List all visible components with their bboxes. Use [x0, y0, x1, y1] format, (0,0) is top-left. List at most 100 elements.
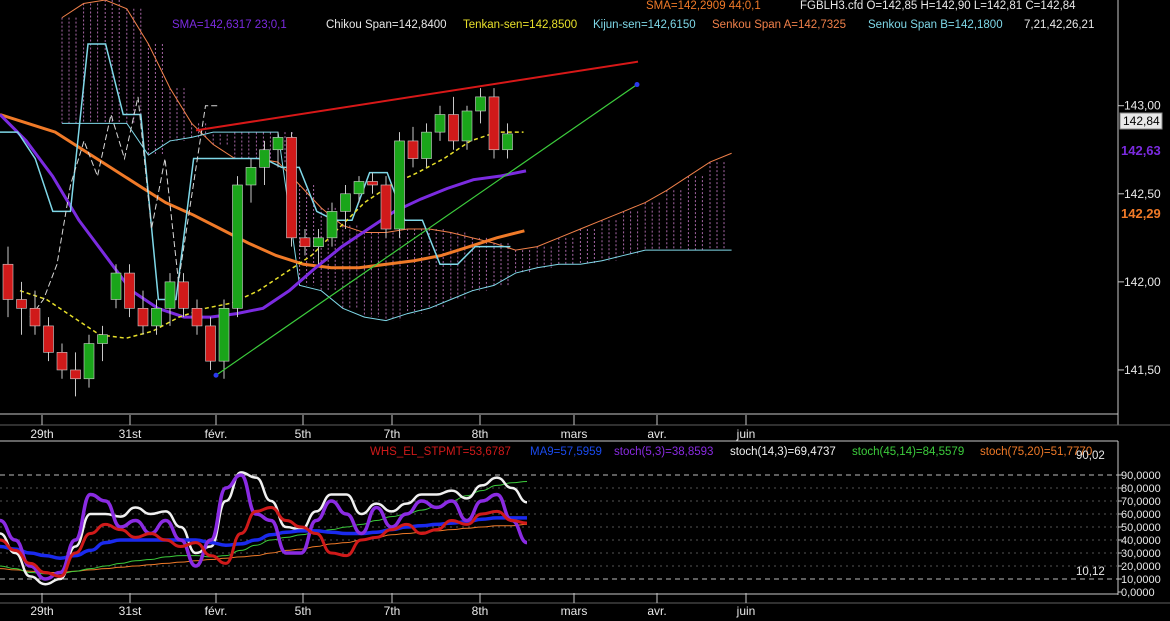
time-tick-label: juin — [736, 427, 756, 441]
candle-body — [205, 325, 216, 362]
indicator-tick-label: 80,0000 — [1121, 483, 1161, 495]
header-senkou-a: Senkou Span A=142,7325 — [712, 19, 846, 31]
ind-ma9-label: MA9=57,5959 — [530, 446, 602, 458]
indicator-tick-label: 40,0000 — [1121, 535, 1161, 547]
candle-body — [313, 237, 324, 247]
header-sma-slow: SMA=142,2909 44;0,1 — [646, 0, 761, 12]
candle-body — [70, 369, 81, 380]
header-ichimoku-params: 7,21,42,26,21 — [1024, 19, 1094, 31]
candle-body — [502, 133, 513, 151]
indicator-tick-label: 70,0000 — [1121, 496, 1161, 508]
candle-body — [110, 272, 122, 300]
price-tick-label: 141,50 — [1124, 363, 1161, 377]
time-tick-label: mars — [561, 604, 588, 618]
candle-body — [2, 263, 14, 300]
price-tick-label: 142,50 — [1124, 187, 1161, 201]
indicator-tick-label: 30,0000 — [1121, 548, 1161, 560]
indicator-tick-label: 50,0000 — [1121, 522, 1161, 534]
time-axis-top: 29th 31st févr. 5th 7th 8th mars avr. juin — [30, 415, 755, 441]
header-sma-fast: SMA=142,6317 23;0,1 — [172, 19, 287, 31]
time-tick-label: 8th — [472, 604, 489, 618]
candle-body — [340, 193, 351, 212]
time-tick-label: févr. — [205, 427, 228, 441]
time-tick-label: avr. — [647, 427, 666, 441]
price-tick-label: 143,00 — [1124, 99, 1161, 113]
time-tick-label: 8th — [472, 427, 489, 441]
time-tick-label: 29th — [30, 604, 53, 618]
time-tick-label: 7th — [384, 604, 401, 618]
current-price-label: 142,84 — [1123, 114, 1160, 128]
candle-body — [434, 114, 446, 133]
indicator-tick-label: 10,0000 — [1121, 574, 1161, 586]
candle-body — [97, 334, 108, 344]
sma-fast-price-label: 142,63 — [1121, 143, 1161, 158]
trading-chart[interactable]: 143,00142,50142,00141,50 90,000080,00007… — [0, 0, 1170, 621]
time-tick-label: 29th — [30, 427, 53, 441]
price-tick-label: 142,00 — [1124, 275, 1161, 289]
candle-body — [56, 352, 68, 371]
ind-level-lower: 10,12 — [1076, 566, 1105, 578]
candle-body — [151, 307, 162, 327]
trendline-anchor[interactable] — [213, 372, 219, 378]
time-tick-label: 7th — [384, 427, 401, 441]
header-tenkan: Tenkan-sen=142,8500 — [463, 19, 577, 31]
indicator-tick-label: 20,0000 — [1121, 561, 1161, 573]
candle-body — [448, 114, 459, 142]
candle-body — [475, 96, 486, 112]
ind-whs-label: WHS_EL_STPMT=53,6787 — [370, 446, 511, 458]
candle-body — [137, 307, 149, 327]
time-tick-label: juin — [736, 604, 756, 618]
candle-body — [461, 110, 473, 142]
candle-body — [259, 149, 270, 168]
candle-body — [286, 137, 297, 239]
candle-body — [488, 96, 500, 151]
ind-stoch5-label: stoch(5,3)=38,8593 — [614, 446, 713, 458]
indicator-tick-label: 0,0000 — [1121, 587, 1155, 599]
indicator-lines — [0, 471, 528, 586]
ind-stoch14-label: stoch(14,3)=69,4737 — [730, 446, 836, 458]
header-kijun: Kijun-sen=142,6150 — [593, 19, 696, 31]
header-senkou-b: Senkou Span B=142,1800 — [868, 19, 1003, 31]
candle-body — [191, 307, 203, 327]
time-tick-label: 31st — [119, 604, 142, 618]
indicator-series-line — [0, 481, 528, 575]
candle-body — [16, 299, 27, 309]
candle-body — [299, 237, 311, 247]
candle-body — [407, 140, 419, 159]
sma-slow-price-label: 142,29 — [1121, 206, 1161, 221]
candle-body — [218, 307, 230, 362]
time-tick-label: avr. — [647, 604, 666, 618]
header-ohlc: FGBLH3.cfd O=142,85 H=142,90 L=142,81 C=… — [800, 0, 1076, 12]
time-tick-label: févr. — [205, 604, 228, 618]
ind-level-upper: 90,02 — [1076, 450, 1105, 462]
time-tick-label: 5th — [295, 604, 312, 618]
candle-body — [367, 181, 378, 186]
candle-body — [272, 137, 284, 151]
candle-body — [124, 272, 135, 309]
candle-body — [43, 325, 54, 353]
resistance-trendline[interactable] — [195, 60, 639, 132]
candle-body — [29, 307, 41, 327]
indicator-tick-label: 60,0000 — [1121, 509, 1161, 521]
trendline-anchor[interactable] — [634, 82, 640, 88]
ind-stoch45-label: stoch(45,14)=84,5579 — [852, 446, 964, 458]
candle-body — [380, 184, 392, 230]
candle-body — [232, 184, 243, 309]
candle-body — [83, 343, 95, 380]
candle-body — [164, 281, 176, 309]
candle-body — [326, 211, 338, 239]
header-chikou: Chikou Span=142,8400 — [326, 19, 447, 31]
time-tick-label: 31st — [119, 427, 142, 441]
candle-body — [353, 181, 365, 195]
main-lines — [0, 43, 527, 340]
candle-body — [245, 167, 257, 186]
time-tick-label: mars — [561, 427, 588, 441]
price-axis: 143,00 142,50 142,00 141,50 — [1118, 99, 1161, 377]
time-axis-bottom: 29th 31st févr. 5th 7th 8th mars avr. juin — [30, 593, 755, 618]
indicator-tick-label: 90,0000 — [1121, 470, 1161, 482]
candle-body — [394, 140, 405, 230]
time-tick-label: 5th — [295, 427, 312, 441]
candle-body — [178, 281, 189, 309]
indicator-axis: 90,000080,000070,000060,000050,000040,00… — [1118, 470, 1161, 599]
candle-body — [421, 131, 432, 159]
